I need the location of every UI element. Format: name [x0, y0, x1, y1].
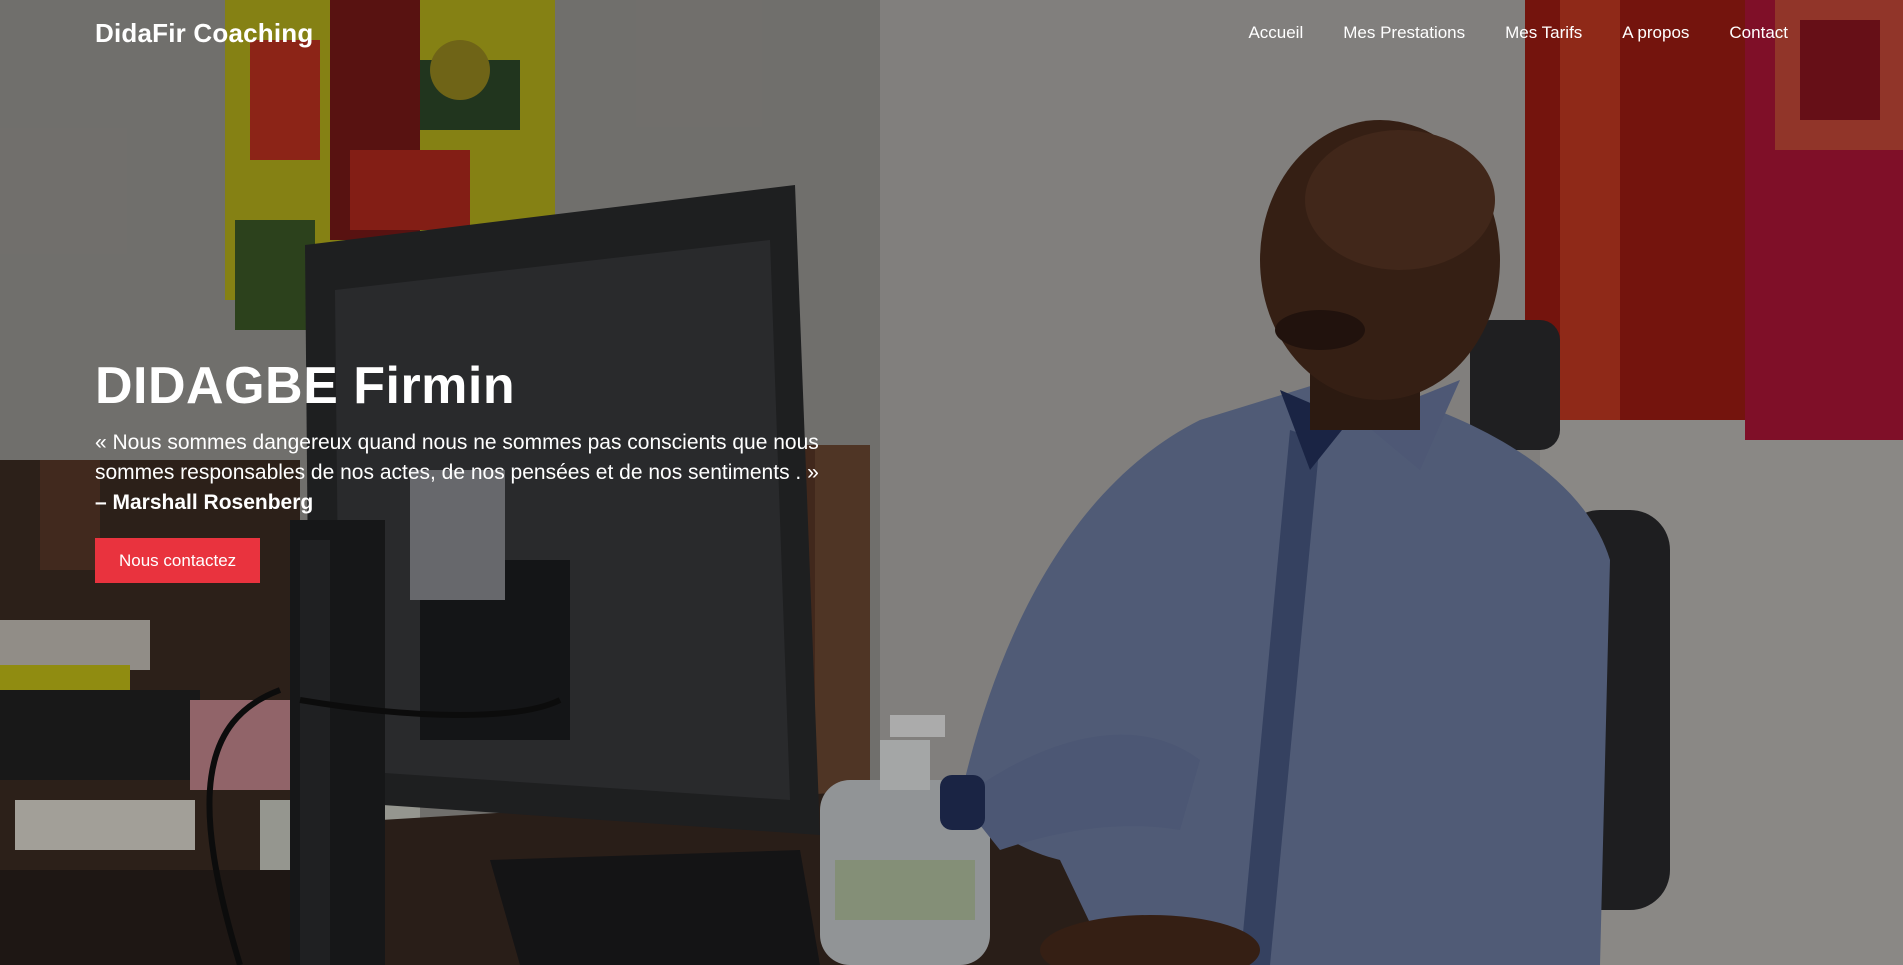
- hero-title: DIDAGBE Firmin: [95, 357, 516, 415]
- nav-item-contact[interactable]: Contact: [1729, 23, 1788, 43]
- brand-logo[interactable]: DidaFir Coaching: [95, 18, 313, 49]
- hero-quote-author: – Marshall Rosenberg: [95, 491, 314, 514]
- hero-section: DidaFir Coaching Accueil Mes Prestations…: [0, 0, 1903, 965]
- nav-item-a-propos[interactable]: A propos: [1622, 23, 1689, 43]
- nav-item-accueil[interactable]: Accueil: [1248, 23, 1303, 43]
- hero-quote: « Nous sommes dangereux quand nous ne so…: [95, 431, 819, 484]
- nav-item-mes-prestations[interactable]: Mes Prestations: [1343, 23, 1465, 43]
- site-header: DidaFir Coaching Accueil Mes Prestations…: [0, 0, 1903, 70]
- nav-item-mes-tarifs[interactable]: Mes Tarifs: [1505, 23, 1582, 43]
- hero-content: DIDAGBE Firmin « Nous sommes dangereux q…: [95, 360, 835, 583]
- contact-cta-button[interactable]: Nous contactez: [95, 538, 261, 583]
- main-nav: Accueil Mes Prestations Mes Tarifs A pro…: [1248, 23, 1788, 43]
